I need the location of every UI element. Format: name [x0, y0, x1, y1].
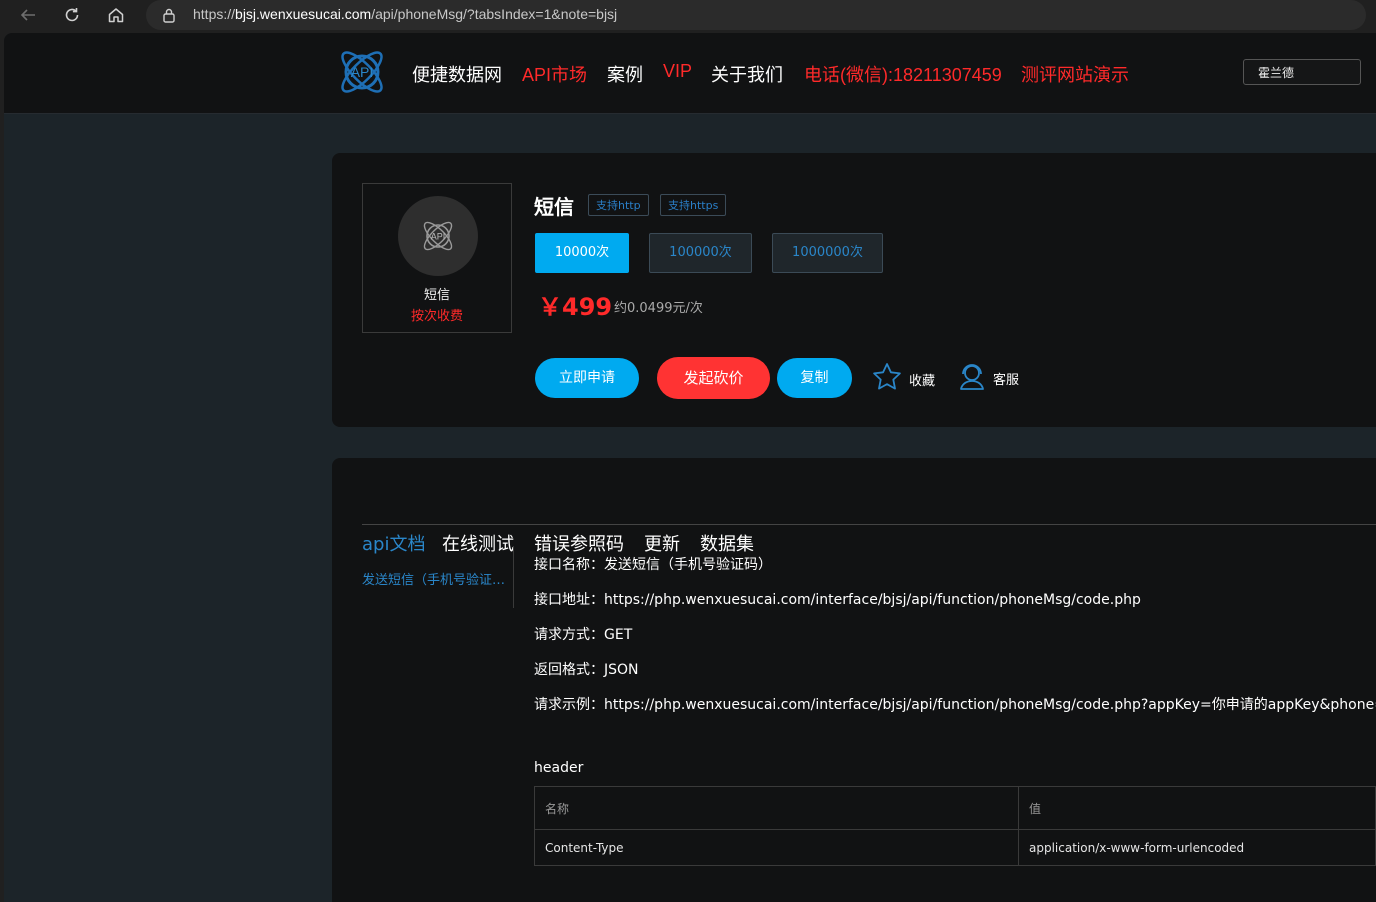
doc-interface-url: 接口地址：https://php.wenxuesucai.com/interfa… — [534, 592, 1141, 608]
site-header: API 便捷数据网 API市场 案例 VIP 关于我们 电话(微信):18211… — [4, 33, 1376, 114]
api-icon-text: API — [431, 232, 446, 242]
tab-error-codes[interactable]: 错误参照码 — [534, 530, 624, 556]
customer-service-icon — [957, 361, 987, 395]
url-text[interactable]: https://bjsj.wenxuesucai.com/api/phoneMs… — [193, 6, 617, 22]
bargain-button[interactable]: 发起砍价 — [657, 357, 770, 399]
nav-phone[interactable]: 电话(微信):18211307459 — [804, 61, 1002, 87]
price: ￥499 — [538, 293, 613, 321]
column-header-name: 名称 — [534, 786, 1019, 830]
docs-card: api文档 在线测试 错误参照码 更新 数据集 发送短信（手机号验证码） 接口名… — [332, 458, 1376, 902]
url-host: bjsj.wenxuesucai.com — [235, 6, 372, 22]
header-table: 名称 值 Content-Type application/x-www-form… — [534, 786, 1376, 866]
star-icon — [871, 361, 903, 397]
home-icon[interactable] — [105, 4, 127, 26]
url-path: /api/phoneMsg/?tabsIndex=1&note=bjsj — [371, 6, 618, 22]
nav-cases[interactable]: 案例 — [607, 61, 643, 87]
service-label: 客服 — [993, 372, 1020, 388]
copy-button[interactable]: 复制 — [777, 358, 852, 398]
doc-interface-name: 接口名称：发送短信（手机号验证码） — [534, 557, 772, 573]
api-icon: API — [398, 196, 478, 276]
nav-vip[interactable]: VIP — [663, 61, 692, 82]
tag-http: 支持http — [588, 194, 649, 216]
nav-about[interactable]: 关于我们 — [711, 61, 783, 87]
url-prefix: https:// — [193, 6, 236, 22]
quantity-option-10000[interactable]: 10000次 — [535, 233, 629, 273]
nav-home[interactable]: 便捷数据网 — [412, 61, 502, 87]
tab-online-test[interactable]: 在线测试 — [442, 530, 514, 556]
quantity-option-1000000[interactable]: 1000000次 — [772, 233, 883, 273]
web-page: API 便捷数据网 API市场 案例 VIP 关于我们 电话(微信):18211… — [4, 33, 1376, 902]
doc-response-format: 返回格式：JSON — [534, 662, 639, 678]
back-icon[interactable] — [17, 4, 39, 26]
favorite-label: 收藏 — [909, 373, 936, 389]
unit-price: 约0.0499元/次 — [614, 301, 703, 316]
tag-https: 支持https — [660, 194, 727, 216]
header-section-label: header — [534, 760, 584, 776]
product-thumbnail: API 短信 按次收费 — [362, 183, 512, 333]
doc-request-example: 请求示例：https://php.wenxuesucai.com/interfa… — [534, 697, 1376, 713]
nav-demo[interactable]: 测评网站演示 — [1021, 61, 1129, 87]
browser-toolbar: https://bjsj.wenxuesucai.com/api/phoneMs… — [0, 0, 1376, 30]
tab-datasets[interactable]: 数据集 — [700, 530, 754, 556]
logo-text: API — [351, 64, 374, 80]
site-logo[interactable]: API — [335, 45, 389, 99]
tab-updates[interactable]: 更新 — [644, 530, 680, 556]
table-row: Content-Type application/x-www-form-urle… — [534, 829, 1376, 866]
product-name: 短信 — [423, 288, 450, 303]
billing-type: 按次收费 — [410, 309, 463, 324]
product-card: API 短信 按次收费 短信 支持http 支持https 10000次 100… — [332, 153, 1376, 427]
doc-request-method: 请求方式：GET — [534, 627, 633, 643]
lock-icon[interactable] — [162, 7, 176, 27]
service-link[interactable]: 客服 — [957, 361, 1019, 395]
quantity-option-100000[interactable]: 100000次 — [649, 233, 752, 273]
tab-divider — [362, 524, 1376, 525]
reload-icon[interactable] — [61, 4, 83, 26]
user-menu[interactable]: 霍兰德 — [1243, 59, 1361, 85]
column-header-value: 值 — [1018, 786, 1376, 830]
favorite-link[interactable]: 收藏 — [871, 361, 935, 397]
sidebar-item-send-sms[interactable]: 发送短信（手机号验证码） — [362, 569, 507, 588]
tab-api-docs[interactable]: api文档 — [362, 530, 425, 556]
sidebar-divider — [513, 546, 514, 608]
nav-api-market[interactable]: API市场 — [522, 61, 587, 87]
product-title: 短信 — [534, 195, 574, 219]
cell-header-name: Content-Type — [534, 829, 1019, 866]
cell-header-value: application/x-www-form-urlencoded — [1018, 829, 1376, 866]
table-header-row: 名称 值 — [534, 786, 1376, 830]
apply-button[interactable]: 立即申请 — [535, 358, 639, 398]
